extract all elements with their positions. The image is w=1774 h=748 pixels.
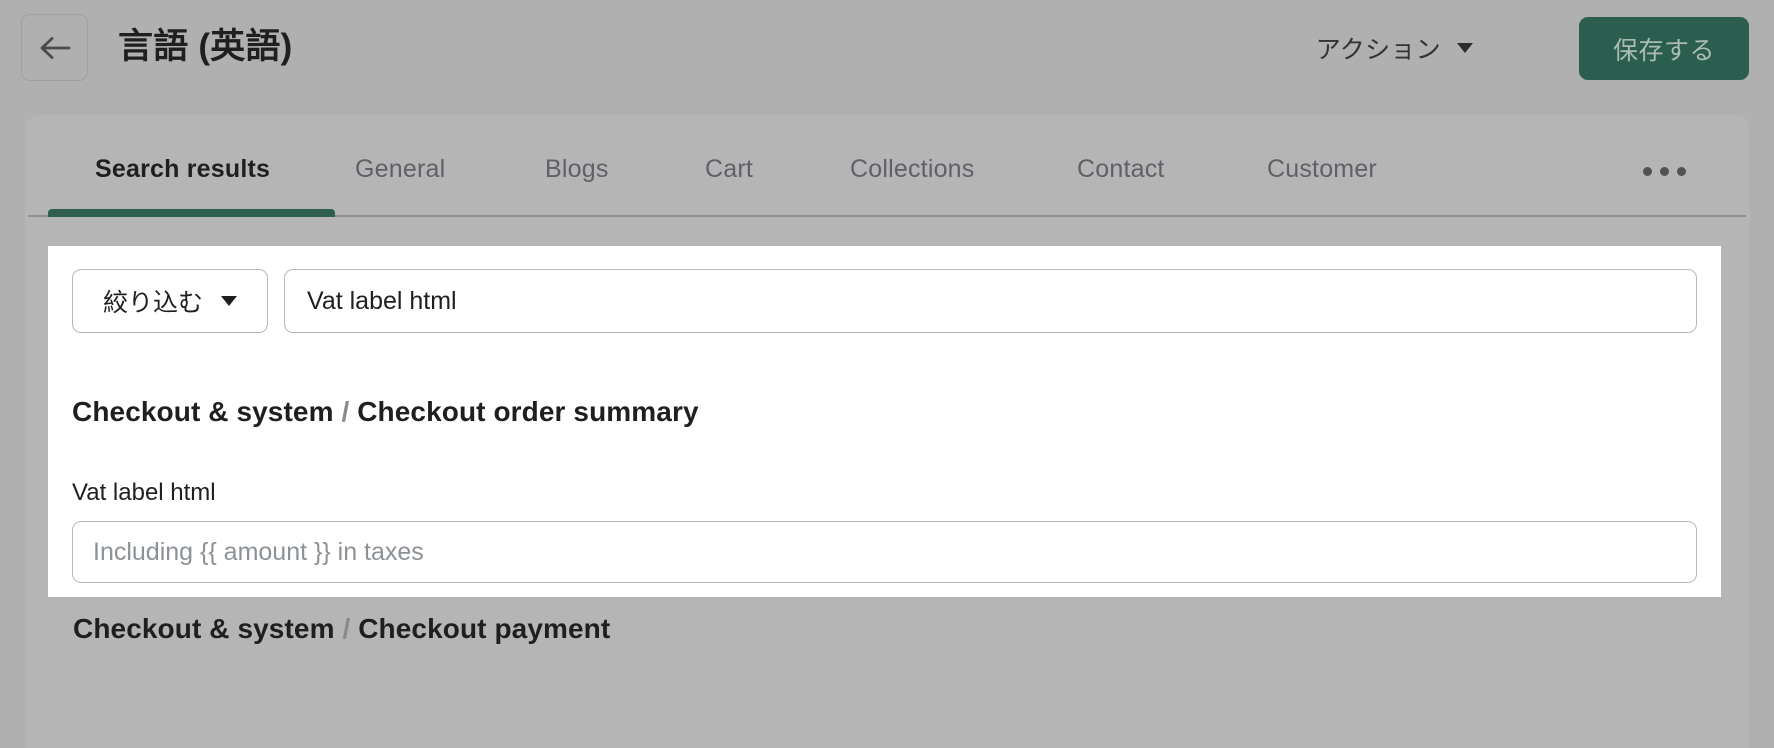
caret-down-icon xyxy=(1457,43,1473,53)
tab-blogs[interactable]: Blogs xyxy=(545,155,609,184)
caret-down-icon xyxy=(221,296,237,306)
tab-cart[interactable]: Cart xyxy=(705,155,753,184)
result-group-prefix: Checkout & system xyxy=(72,396,334,427)
tab-search-results[interactable]: Search results xyxy=(95,155,270,184)
tab-contact[interactable]: Contact xyxy=(1077,155,1165,184)
filter-button-label: 絞り込む xyxy=(102,289,203,317)
search-input[interactable] xyxy=(284,269,1697,333)
tab-general[interactable]: General xyxy=(355,155,445,184)
filter-row: 絞り込む xyxy=(72,269,1697,333)
translation-field-input[interactable] xyxy=(72,521,1697,583)
next-result-group-prefix: Checkout & system xyxy=(73,613,335,644)
content-card: Search results General Blogs Cart Collec… xyxy=(25,115,1749,748)
active-tab-indicator xyxy=(48,209,335,217)
next-result-group-suffix: Checkout payment xyxy=(358,613,611,644)
result-group-suffix: Checkout order summary xyxy=(357,396,699,427)
next-result-group-separator: / xyxy=(334,613,359,644)
actions-menu-button[interactable]: アクション xyxy=(1310,26,1479,70)
ellipsis-horizontal-icon xyxy=(1677,167,1686,176)
search-results-panel: 絞り込む Checkout & system / Checkout order … xyxy=(48,246,1721,597)
result-group-separator: / xyxy=(333,396,358,427)
tab-customer[interactable]: Customer xyxy=(1267,155,1377,184)
filter-button[interactable]: 絞り込む xyxy=(72,269,268,333)
next-result-group-heading: Checkout & system / Checkout payment xyxy=(73,613,610,645)
tab-bar: Search results General Blogs Cart Collec… xyxy=(25,115,1749,217)
result-group-heading: Checkout & system / Checkout order summa… xyxy=(72,396,699,428)
back-button[interactable] xyxy=(21,14,88,81)
translation-field-label: Vat label html xyxy=(72,479,216,506)
ellipsis-horizontal-icon xyxy=(1643,167,1652,176)
ellipsis-horizontal-icon xyxy=(1660,167,1669,176)
tab-collections[interactable]: Collections xyxy=(850,155,974,184)
save-button[interactable]: 保存する xyxy=(1579,17,1749,80)
actions-menu-label: アクション xyxy=(1315,36,1441,64)
top-bar: 言語 (英語) アクション 保存する xyxy=(0,0,1774,108)
tab-overflow-button[interactable] xyxy=(1637,161,1692,182)
page-title: 言語 (英語) xyxy=(118,27,293,66)
arrow-left-icon xyxy=(39,35,71,61)
